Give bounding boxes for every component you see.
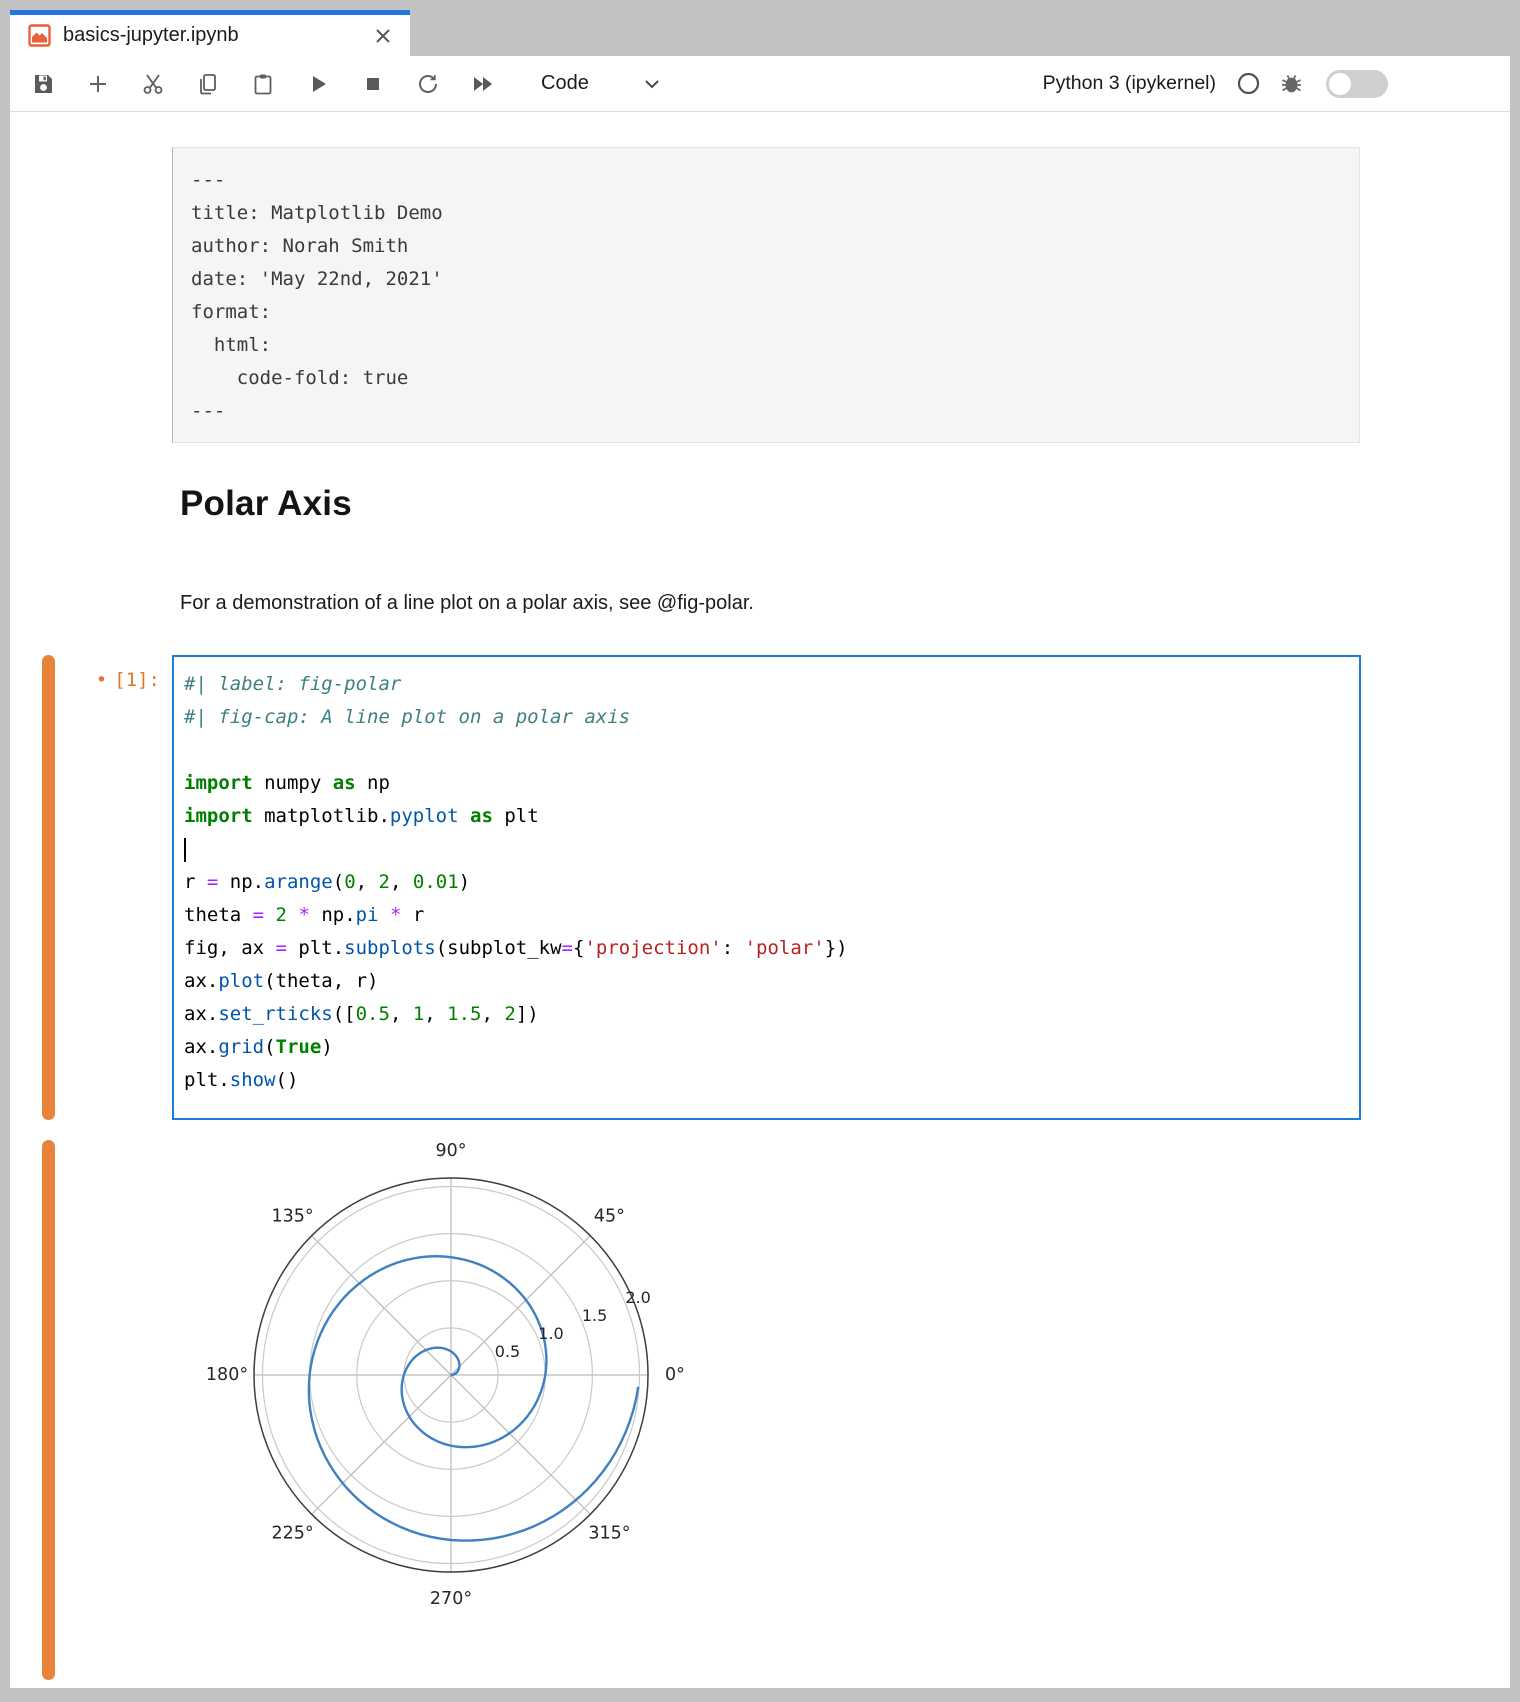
kernel-name[interactable]: Python 3 (ipykernel) <box>1043 72 1216 95</box>
yaml-line: --- <box>191 395 1341 428</box>
svg-text:270°: 270° <box>430 1589 472 1609</box>
notebook-tab[interactable]: basics-jupyter.ipynb <box>10 10 410 56</box>
output-collapser[interactable] <box>42 1140 55 1680</box>
insert-cell-button[interactable] <box>85 71 111 97</box>
cut-icon[interactable] <box>140 71 166 97</box>
svg-text:135°: 135° <box>272 1207 314 1227</box>
kernel-idle-circle-icon[interactable] <box>1236 71 1261 96</box>
svg-text:2.0: 2.0 <box>625 1288 650 1307</box>
yaml-line: date: 'May 22nd, 2021' <box>191 263 1341 296</box>
yaml-line: html: <box>191 329 1341 362</box>
copy-icon[interactable] <box>195 71 221 97</box>
yaml-frontmatter-cell[interactable]: ---title: Matplotlib Demoauthor: Norah S… <box>172 147 1360 443</box>
yaml-line: code-fold: true <box>191 362 1341 395</box>
chevron-down-icon <box>641 73 663 95</box>
toolbar-toggle[interactable] <box>1326 70 1388 98</box>
svg-text:180°: 180° <box>206 1365 248 1385</box>
svg-text:315°: 315° <box>588 1523 630 1543</box>
code-line: theta = 2 * np.pi * r <box>184 899 1351 932</box>
toolbar-right-group: Python 3 (ipykernel) <box>1043 70 1510 98</box>
close-icon[interactable] <box>372 25 394 47</box>
text-cursor <box>184 838 186 862</box>
code-line: import matplotlib.pyplot as plt <box>184 800 1351 833</box>
svg-text:225°: 225° <box>272 1523 314 1543</box>
code-line: fig, ax = plt.subplots(subplot_kw={'proj… <box>184 932 1351 965</box>
code-line: ax.set_rticks([0.5, 1, 1.5, 2]) <box>184 998 1351 1031</box>
svg-text:45°: 45° <box>594 1207 625 1227</box>
notebook-content: ---title: Matplotlib Demoauthor: Norah S… <box>10 112 1510 1688</box>
code-line: ax.plot(theta, r) <box>184 965 1351 998</box>
code-line: plt.show() <box>184 1064 1351 1097</box>
code-cell-editor[interactable]: #| label: fig-polar#| fig-cap: A line pl… <box>172 655 1361 1120</box>
cell-type-label: Code <box>541 72 589 95</box>
paste-icon[interactable] <box>250 71 276 97</box>
code-line: #| fig-cap: A line plot on a polar axis <box>184 701 1351 734</box>
svg-text:0.5: 0.5 <box>495 1342 520 1361</box>
svg-text:90°: 90° <box>435 1141 466 1161</box>
tab-title: basics-jupyter.ipynb <box>63 24 372 47</box>
code-line: r = np.arange(0, 2, 0.01) <box>184 866 1351 899</box>
markdown-paragraph: For a demonstration of a line plot on a … <box>180 592 754 615</box>
svg-text:1.5: 1.5 <box>582 1306 607 1325</box>
code-line <box>184 833 1351 866</box>
yaml-line: author: Norah Smith <box>191 230 1341 263</box>
yaml-line: title: Matplotlib Demo <box>191 197 1341 230</box>
prompt-count: [1]: <box>114 669 160 691</box>
save-button[interactable] <box>30 71 56 97</box>
bug-icon[interactable] <box>1279 71 1304 96</box>
execution-prompt: • [1]: <box>65 669 160 691</box>
polar-plot-output: 0° 45° 90° 135° 180° 225° 270° 315° 0.5 1.0 1.5 2.0 <box>195 1130 710 1650</box>
svg-text:0°: 0° <box>665 1365 685 1385</box>
svg-text:1.0: 1.0 <box>538 1324 563 1343</box>
interrupt-kernel-button[interactable] <box>360 71 386 97</box>
yaml-line: --- <box>191 164 1341 197</box>
restart-kernel-button[interactable] <box>415 71 441 97</box>
code-line: import numpy as np <box>184 767 1351 800</box>
notebook-icon <box>28 24 51 47</box>
notebook-toolbar: Code Python 3 (ipykernel) <box>10 56 1510 112</box>
jupyter-window: basics-jupyter.ipynb <box>10 10 1510 1688</box>
yaml-line: format: <box>191 296 1341 329</box>
prompt-dot: • <box>96 669 107 691</box>
run-cell-button[interactable] <box>305 71 331 97</box>
tab-bar: basics-jupyter.ipynb <box>10 10 1510 56</box>
section-heading: Polar Axis <box>180 484 352 524</box>
toggle-knob <box>1329 73 1351 95</box>
polar-figure-svg: 0° 45° 90° 135° 180° 225° 270° 315° 0.5 1.0 1.5 2.0 <box>195 1130 710 1650</box>
code-line: #| label: fig-polar <box>184 668 1351 701</box>
cell-type-dropdown[interactable]: Code <box>541 72 663 95</box>
code-cell-collapser[interactable] <box>42 655 55 1120</box>
code-line: ax.grid(True) <box>184 1031 1351 1064</box>
code-line <box>184 734 1351 767</box>
restart-run-all-button[interactable] <box>470 71 496 97</box>
